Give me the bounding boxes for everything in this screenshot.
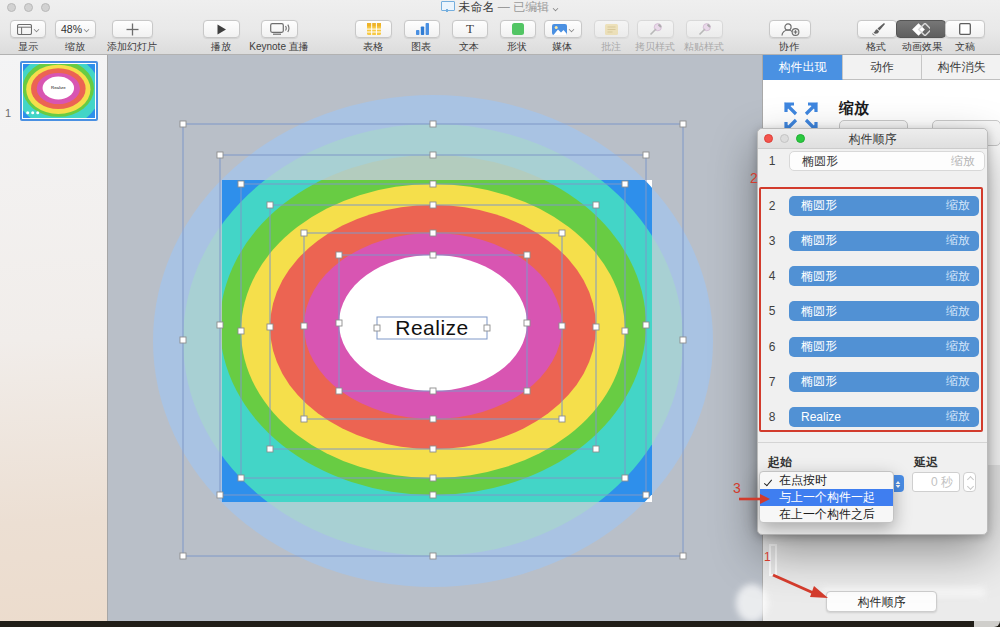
keynote-doc-icon bbox=[441, 1, 453, 12]
animate-label: 动画效果 bbox=[902, 40, 942, 54]
effect-title: 缩放 bbox=[839, 99, 869, 118]
start-menu-option[interactable]: 在上一个构件之后 bbox=[760, 506, 893, 523]
play-icon bbox=[216, 24, 227, 35]
screen-live-icon bbox=[270, 23, 290, 35]
start-label: 起始 bbox=[768, 454, 792, 471]
build-item-name: 椭圆形 bbox=[802, 153, 838, 170]
view-button[interactable] bbox=[10, 20, 46, 38]
media-icon bbox=[552, 24, 575, 35]
slide-canvas[interactable]: Realize bbox=[108, 55, 762, 621]
start-menu-option-label: 在点按时 bbox=[779, 472, 827, 489]
slide-navigator: 1 Realize bbox=[0, 55, 108, 621]
annotation-box bbox=[759, 187, 983, 432]
person-add-icon bbox=[781, 23, 800, 36]
doc-icon bbox=[959, 23, 971, 35]
slide-thumbnail-image: Realize bbox=[23, 64, 95, 118]
zoom-button[interactable]: 48% bbox=[55, 20, 96, 38]
text-button[interactable]: T bbox=[452, 20, 488, 38]
bar-chart-icon bbox=[416, 23, 429, 35]
screen-edge bbox=[0, 621, 1000, 627]
chart-label: 图表 bbox=[411, 40, 431, 54]
table-icon bbox=[367, 23, 381, 35]
copy-style-button bbox=[637, 20, 674, 38]
add-slide-label: 添加幻灯片 bbox=[107, 40, 157, 54]
view-label: 显示 bbox=[18, 40, 38, 54]
start-menu-option-label: 在上一个构件之后 bbox=[779, 506, 875, 523]
document-label: 文稿 bbox=[955, 40, 975, 54]
plus-icon bbox=[126, 23, 139, 36]
format-label: 格式 bbox=[866, 40, 886, 54]
document-button[interactable] bbox=[945, 20, 985, 38]
paste-style-button bbox=[686, 20, 723, 38]
tab-action[interactable]: 动作 bbox=[843, 55, 922, 80]
build-order-item[interactable]: 椭圆形 缩放 bbox=[789, 151, 985, 171]
tab-build-in[interactable]: 构件出现 bbox=[763, 55, 843, 80]
eyedropper-icon bbox=[649, 23, 662, 36]
media-button[interactable] bbox=[544, 20, 582, 38]
brush-icon bbox=[870, 23, 885, 36]
text-label: 文本 bbox=[459, 40, 479, 54]
tab-build-out[interactable]: 构件消失 bbox=[922, 55, 1000, 80]
table-label: 表格 bbox=[363, 40, 383, 54]
start-dropdown-button[interactable] bbox=[894, 475, 904, 492]
zoom-label: 缩放 bbox=[65, 40, 85, 54]
comment-button bbox=[594, 20, 629, 38]
build-item-number: 1 bbox=[765, 154, 779, 168]
start-menu-option[interactable]: 与上一个构件一起 bbox=[760, 489, 893, 506]
start-dropdown-menu: 在点按时与上一个构件一起在上一个构件之后 bbox=[759, 471, 894, 523]
keynote-live-label: Keynote 直播 bbox=[249, 40, 308, 54]
diamond-icon bbox=[912, 23, 930, 36]
shape-label: 形状 bbox=[507, 40, 527, 54]
start-menu-option-label: 与上一个构件一起 bbox=[779, 489, 875, 506]
keynote-live-button[interactable] bbox=[261, 20, 298, 38]
zoom-value: 48% bbox=[61, 23, 82, 35]
comment-label: 批注 bbox=[601, 40, 621, 54]
toolbar: 未命名 — 已编辑 显示48%缩放添加幻灯片播放Keynote 直播表格图表T文… bbox=[0, 0, 1000, 55]
copy-style-label: 拷贝样式 bbox=[635, 40, 675, 54]
play-button[interactable] bbox=[203, 20, 240, 38]
annotation-step-1: 1 bbox=[764, 550, 771, 564]
chart-button[interactable] bbox=[404, 20, 440, 38]
build-order-titlebar: 构件顺序 bbox=[758, 129, 987, 149]
note-icon bbox=[605, 24, 618, 35]
animate-button[interactable] bbox=[896, 20, 946, 38]
svg-text:Realize: Realize bbox=[51, 85, 66, 90]
slide-text-realize[interactable]: Realize bbox=[377, 315, 487, 341]
check-icon bbox=[765, 474, 775, 484]
zoom-value: 48% bbox=[61, 23, 90, 35]
window-pane-icon bbox=[17, 24, 40, 35]
delay-stepper[interactable] bbox=[963, 472, 976, 492]
delay-input[interactable]: 0 秒 bbox=[912, 472, 960, 492]
shape-icon bbox=[512, 23, 524, 35]
play-label: 播放 bbox=[211, 40, 231, 54]
shape-button[interactable] bbox=[500, 20, 536, 38]
delay-label: 延迟 bbox=[914, 454, 938, 471]
slide-number: 1 bbox=[5, 107, 11, 119]
collaborate-button[interactable] bbox=[769, 20, 811, 38]
window-title: 未命名 — 已编辑 bbox=[0, 1, 1000, 14]
format-button[interactable] bbox=[857, 20, 897, 38]
build-order-title: 构件顺序 bbox=[758, 129, 987, 149]
annotation-step-2: 2 bbox=[750, 170, 758, 186]
start-menu-option[interactable]: 在点按时 bbox=[760, 472, 893, 489]
add-slide-button[interactable] bbox=[112, 20, 153, 38]
eyedropper-icon bbox=[698, 23, 711, 36]
watermark-blob bbox=[736, 584, 768, 622]
paste-style-label: 粘贴样式 bbox=[684, 40, 724, 54]
annotation-arrow-1 bbox=[770, 570, 832, 604]
table-button[interactable] bbox=[355, 20, 392, 38]
build-item-effect: 缩放 bbox=[951, 153, 975, 170]
annotation-arrow-3 bbox=[738, 492, 772, 506]
collaborate-label: 协作 bbox=[779, 40, 799, 54]
build-order-button[interactable]: 构件顺序 bbox=[826, 591, 937, 612]
media-label: 媒体 bbox=[552, 40, 572, 54]
slide-thumbnail[interactable]: Realize bbox=[20, 61, 98, 121]
panel-separator bbox=[758, 442, 987, 443]
chevron-down-icon bbox=[553, 5, 559, 11]
text-icon: T bbox=[466, 21, 474, 37]
